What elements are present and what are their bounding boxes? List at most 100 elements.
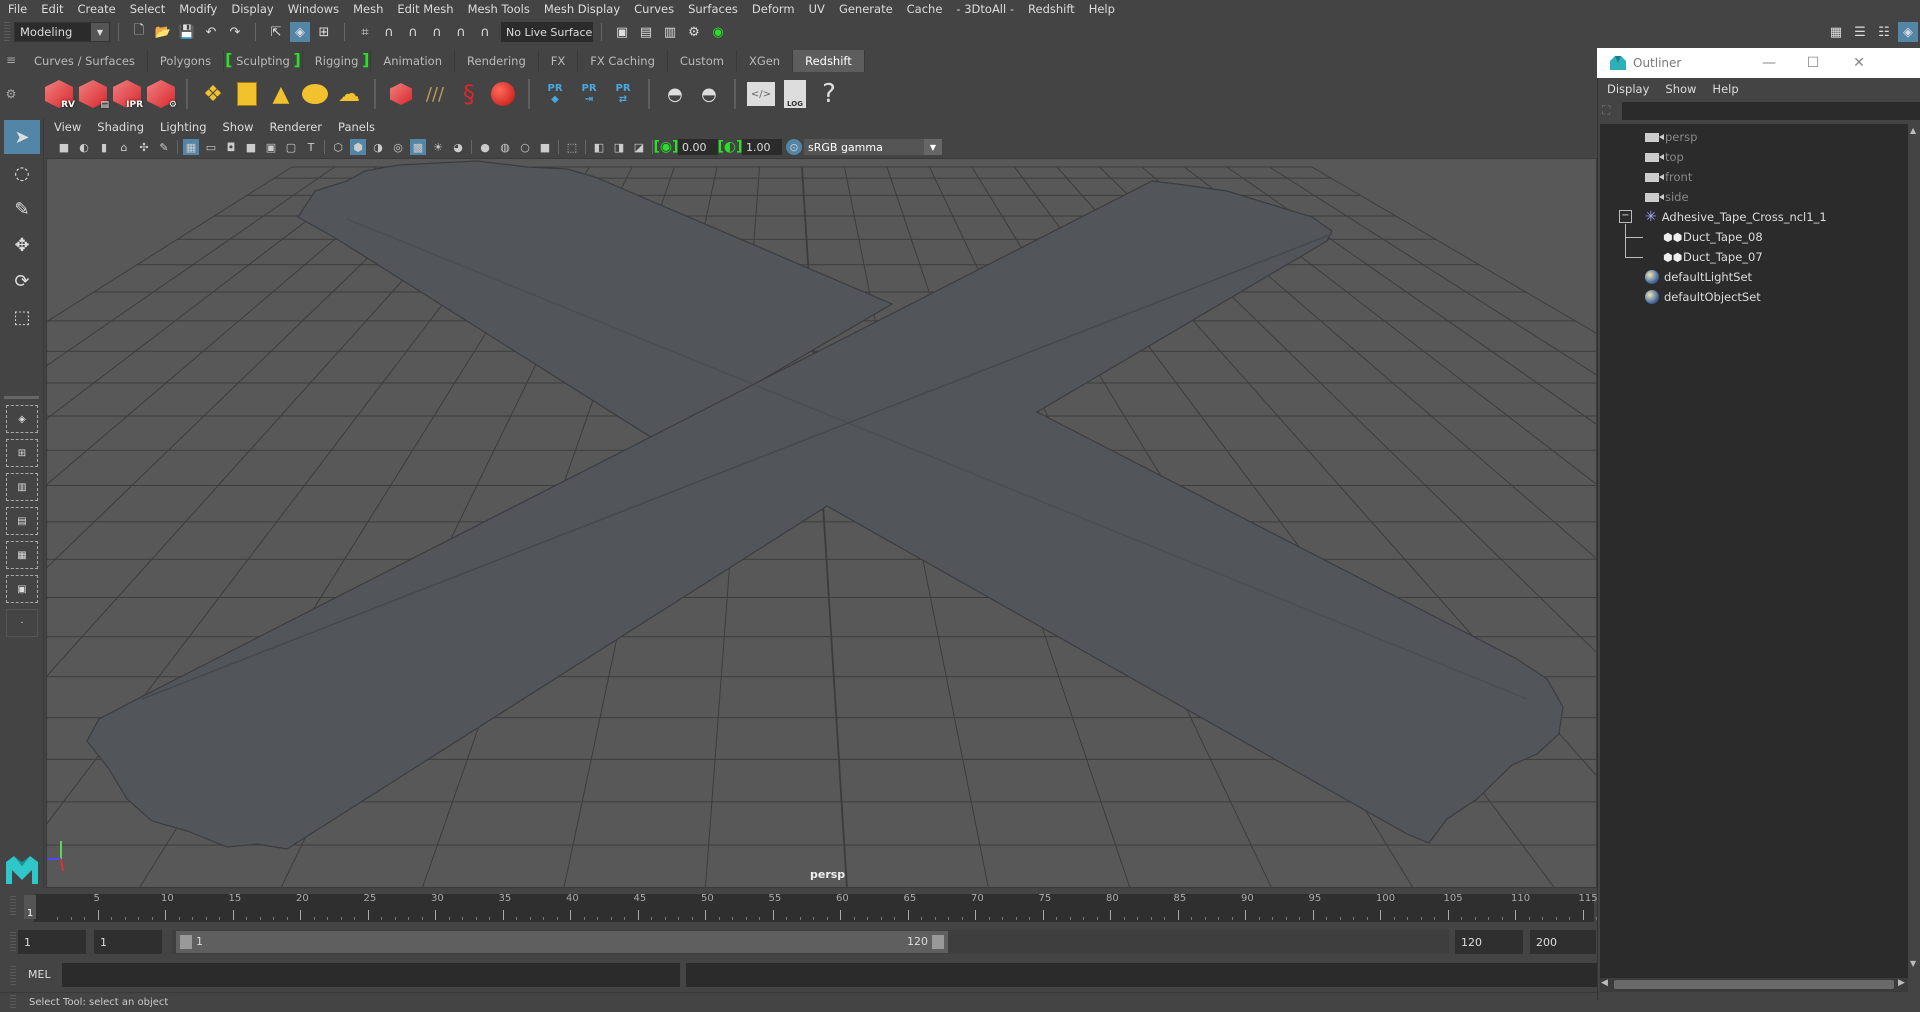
- wireframe-on-shaded-icon[interactable]: ◎: [390, 139, 406, 155]
- open-scene-icon[interactable]: 📂: [153, 22, 173, 42]
- xray-icon[interactable]: ◧: [591, 139, 607, 155]
- menu-mesh-display[interactable]: Mesh Display: [544, 2, 620, 16]
- xray-active-icon[interactable]: ◨: [611, 139, 627, 155]
- outliner-item-default-light-set[interactable]: defaultLightSet: [1645, 267, 1752, 287]
- menu-curves[interactable]: Curves: [634, 2, 674, 16]
- lasso-tool-button[interactable]: ◌: [4, 156, 40, 190]
- current-frame-marker[interactable]: 1: [24, 895, 36, 919]
- playback-end-field[interactable]: 120: [1455, 930, 1523, 954]
- outliner-vertical-scrollbar[interactable]: ▲ ▼: [1908, 124, 1920, 982]
- paint-select-tool-button[interactable]: ✎: [4, 192, 40, 226]
- redo-icon[interactable]: ↷: [225, 22, 245, 42]
- viewport-menu-view[interactable]: View: [54, 120, 81, 134]
- redshift-render-settings-button[interactable]: ⚙: [145, 78, 177, 110]
- shelf-settings-icon[interactable]: ⚙: [0, 82, 22, 106]
- tab-rendering[interactable]: Rendering: [455, 50, 539, 72]
- isolate-select-icon[interactable]: ⬚: [564, 139, 580, 155]
- more-layouts-button[interactable]: ·: [6, 609, 38, 637]
- film-gate-icon[interactable]: ▭: [203, 139, 219, 155]
- collapse-toggle[interactable]: −: [1619, 210, 1632, 223]
- single-perspective-layout-button[interactable]: ◈: [6, 405, 38, 433]
- range-end-handle[interactable]: [932, 935, 944, 949]
- persp-outliner-layout-button[interactable]: ▥: [6, 473, 38, 501]
- toolbar-grip[interactable]: [4, 22, 10, 42]
- menu-display[interactable]: Display: [231, 2, 273, 16]
- use-all-lights-icon[interactable]: ☀: [430, 139, 446, 155]
- menu-create[interactable]: Create: [78, 2, 116, 16]
- script-editor-button[interactable]: </>: [745, 78, 777, 110]
- range-grip[interactable]: [10, 932, 16, 952]
- resolution-gate-icon[interactable]: ◘: [223, 139, 239, 155]
- snap-view-plane-icon[interactable]: ∩: [427, 22, 447, 42]
- time-slider[interactable]: [34, 894, 1594, 922]
- tab-redshift[interactable]: Redshift: [793, 50, 865, 72]
- field-chart-icon[interactable]: ▣: [263, 139, 279, 155]
- grid-icon[interactable]: ▦: [183, 139, 199, 155]
- outliner-menu-display[interactable]: Display: [1607, 82, 1649, 96]
- safe-title-icon[interactable]: T: [303, 139, 319, 155]
- outliner-menu-help[interactable]: Help: [1712, 82, 1738, 96]
- grease-pencil-icon[interactable]: ✎: [156, 139, 172, 155]
- menu-file[interactable]: File: [8, 2, 27, 16]
- snap-point-icon[interactable]: ∩: [403, 22, 423, 42]
- select-tool-button[interactable]: ➤: [4, 120, 40, 154]
- image-plane-icon[interactable]: ⌂: [116, 139, 132, 155]
- viewport-menu-shading[interactable]: Shading: [97, 120, 144, 134]
- camera-attributes-icon[interactable]: ◐: [76, 139, 92, 155]
- outliner-item-top[interactable]: top: [1645, 147, 1684, 167]
- menu-generate[interactable]: Generate: [839, 2, 893, 16]
- depth-of-field-icon[interactable]: ■: [537, 139, 553, 155]
- redshift-render-view-button[interactable]: RV: [43, 78, 75, 110]
- exposure-icon[interactable]: [◉]: [654, 139, 679, 155]
- help-button[interactable]: ?: [813, 78, 845, 110]
- wireframe-icon[interactable]: ⬡: [330, 139, 346, 155]
- 2d-pan-zoom-icon[interactable]: ✣: [136, 139, 152, 155]
- four-view-layout-button[interactable]: ⊞: [6, 439, 38, 467]
- bookmark-icon[interactable]: ▮: [96, 139, 112, 155]
- color-management-icon[interactable]: ⊙: [786, 139, 802, 155]
- outliner-item-duct-tape-08[interactable]: ⬢⬢ Duct_Tape_08: [1663, 227, 1763, 247]
- scroll-right-icon[interactable]: ▶: [1898, 978, 1905, 988]
- snap-grid-icon[interactable]: ⌗: [355, 22, 375, 42]
- anti-aliasing-icon[interactable]: ○: [517, 139, 533, 155]
- dome-light-button[interactable]: [299, 78, 331, 110]
- menu-edit[interactable]: Edit: [41, 2, 63, 16]
- smooth-shade-icon[interactable]: ⬢: [350, 139, 366, 155]
- range-start-handle[interactable]: [180, 935, 192, 949]
- command-input[interactable]: [62, 963, 680, 987]
- tab-rigging[interactable]: Rigging: [303, 50, 372, 72]
- horizontal-scroll-thumb[interactable]: [1614, 980, 1894, 989]
- outliner-item-duct-tape-07[interactable]: ⬢⬢ Duct_Tape_07: [1663, 247, 1763, 267]
- gamma-icon[interactable]: [◐]: [718, 139, 743, 155]
- viewport-menu-renderer[interactable]: Renderer: [270, 120, 323, 134]
- tab-fx-caching[interactable]: FX Caching: [578, 50, 668, 72]
- proxy-button[interactable]: [385, 78, 417, 110]
- close-button[interactable]: ✕: [1837, 48, 1881, 78]
- default-material-icon[interactable]: ◑: [370, 139, 386, 155]
- save-scene-icon[interactable]: 💾: [177, 22, 197, 42]
- command-line-grip[interactable]: [10, 966, 16, 986]
- hair-button[interactable]: ///: [419, 78, 451, 110]
- attribute-editor-icon[interactable]: ☰: [1850, 22, 1870, 42]
- shelf-menu-icon[interactable]: ≡: [0, 48, 22, 72]
- gate-mask-icon[interactable]: ■: [243, 139, 259, 155]
- tab-custom[interactable]: Custom: [668, 50, 737, 72]
- menu-mesh-tools[interactable]: Mesh Tools: [468, 2, 530, 16]
- animation-end-field[interactable]: 200: [1530, 930, 1596, 954]
- range-slider[interactable]: 1 120: [176, 931, 948, 953]
- outliner-item-persp[interactable]: persp: [1645, 127, 1697, 147]
- safe-action-icon[interactable]: ▢: [283, 139, 299, 155]
- scale-tool-button[interactable]: ⬚: [4, 300, 40, 334]
- snap-rotate-icon[interactable]: ∩: [475, 22, 495, 42]
- ies-light-button[interactable]: ▲: [265, 78, 297, 110]
- viewport-menu-panels[interactable]: Panels: [338, 120, 375, 134]
- outliner-item-group[interactable]: ✳ Adhesive_Tape_Cross_ncl1_1: [1645, 207, 1827, 227]
- redshift-ipr-button[interactable]: IPR: [111, 78, 143, 110]
- menu-edit-mesh[interactable]: Edit Mesh: [397, 2, 453, 16]
- menu-redshift[interactable]: Redshift: [1028, 2, 1075, 16]
- outliner-item-side[interactable]: side: [1645, 187, 1689, 207]
- portal-light-button[interactable]: [231, 78, 263, 110]
- menu-uv[interactable]: UV: [809, 2, 825, 16]
- menu-mesh[interactable]: Mesh: [353, 2, 383, 16]
- pr-proxy-button[interactable]: PR ◆: [539, 78, 571, 110]
